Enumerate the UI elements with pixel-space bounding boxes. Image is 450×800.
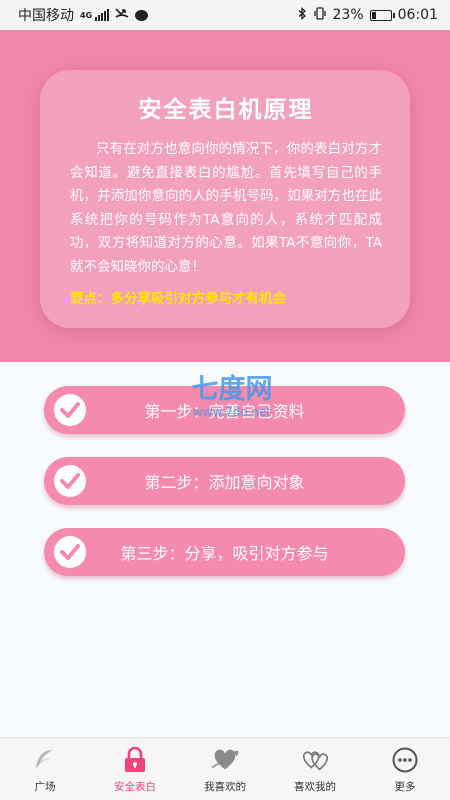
more-icon (391, 746, 419, 774)
battery-icon (369, 9, 395, 21)
nav-item-safe-confess[interactable]: 安全表白 (90, 738, 180, 800)
nav-label-safe-confess: 安全表白 (114, 781, 156, 793)
carrier-label: 中国移动 (18, 8, 74, 24)
step-1-button[interactable]: 第一步：完善自己资料 (44, 386, 405, 434)
step-1-label: 第一步：完善自己资料 (144, 402, 305, 421)
step-3-label: 第三步：分享，吸引对方参与 (120, 544, 329, 563)
step-3-button[interactable]: 第三步：分享，吸引对方参与 (44, 528, 405, 576)
bluetooth-icon (298, 6, 307, 24)
bottom-nav: 广场 安全表白 我喜欢的 喜欢我的 更多 (0, 737, 450, 800)
nav-item-likes-me[interactable]: 喜欢我的 (270, 738, 360, 800)
clock: 06:01 (397, 7, 438, 23)
status-bar: 中国移动 4G 23% 06:01 (0, 0, 450, 30)
nav-label-more: 更多 (394, 781, 416, 793)
step-2-button[interactable]: 第二步：添加意向对象 (44, 457, 405, 505)
nav-label-square: 广场 (34, 781, 56, 793)
message-icon (135, 9, 149, 21)
battery-percent: 23% (332, 7, 364, 23)
status-right: 23% 06:01 (298, 6, 438, 24)
vibrate-icon (313, 6, 327, 24)
status-left: 中国移动 4G (18, 5, 149, 25)
signal-icon (95, 9, 110, 21)
check-icon (54, 465, 86, 497)
hearts-icon (301, 746, 329, 774)
card-description: 只有在对方也意向你的情况下，你的表白对方才会知道。避免直接表白的尴尬。首先填写自… (70, 141, 382, 275)
wing-icon (31, 746, 59, 774)
step-2-label: 第二步：添加意向对象 (144, 473, 305, 492)
check-icon (54, 536, 86, 568)
check-icon (54, 394, 86, 426)
nav-label-likes-me: 喜欢我的 (294, 781, 336, 793)
card-title: 安全表白机原理 (138, 97, 314, 123)
nav-item-square[interactable]: 广场 (0, 738, 90, 800)
heart-arrow-icon (211, 746, 239, 774)
nav-label-i-like: 我喜欢的 (204, 781, 246, 793)
key-point: 要点：多分享吸引对方参与才有机会 (70, 291, 286, 307)
network-label: 4G (80, 11, 93, 20)
nav-item-i-like[interactable]: 我喜欢的 (180, 738, 270, 800)
nav-item-more[interactable]: 更多 (360, 738, 450, 800)
intro-card: 安全表白机原理 只有在对方也意向你的情况下，你的表白对方才会知道。避免直接表白的… (40, 70, 410, 328)
lock-icon (121, 746, 149, 774)
missed-call-icon (115, 7, 129, 23)
